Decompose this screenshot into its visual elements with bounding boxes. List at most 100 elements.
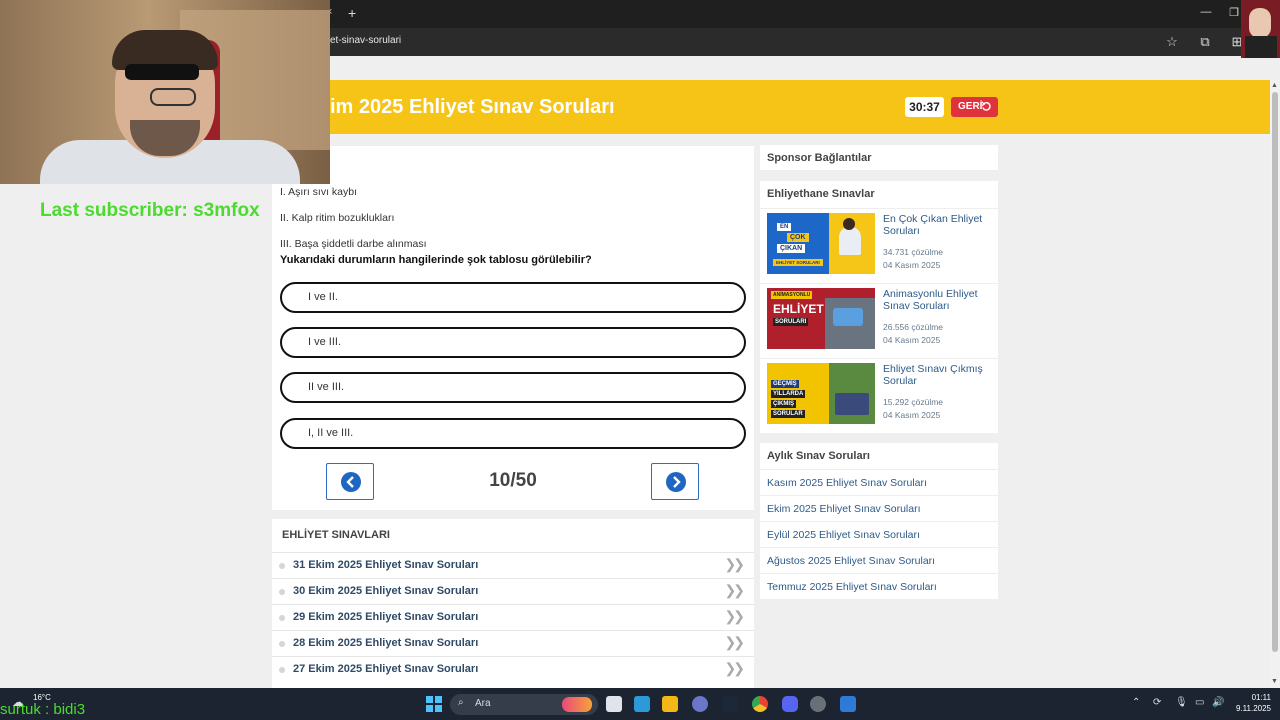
double-chevron-icon: ❯❯: [724, 556, 746, 572]
display-icon[interactable]: ▭: [1195, 697, 1204, 708]
statement-2: II. Kalp ritim bozuklukları: [280, 212, 395, 224]
ehliyethane-box: Ehliyethane Sınavlar EN ÇOK ÇIKAN EHLİYE…: [760, 181, 998, 433]
bullet-icon: [279, 563, 285, 569]
scroll-thumb[interactable]: [1272, 92, 1278, 652]
exam-link[interactable]: 29 Ekim 2025 Ehliyet Sınav Soruları ❯❯: [272, 604, 754, 630]
answer-option-c[interactable]: II ve III.: [280, 372, 746, 403]
back-button-label: GERİ: [958, 101, 983, 112]
task-view-icon[interactable]: [606, 696, 622, 712]
volume-icon[interactable]: 🔊: [1212, 697, 1224, 708]
question-counter: 10/50: [489, 470, 537, 491]
steam-icon[interactable]: [722, 696, 738, 712]
statement-1: I. Aşırı sıvı kaybı: [280, 186, 358, 198]
start-windows-icon[interactable]: [426, 696, 442, 712]
app-icon[interactable]: [810, 696, 826, 712]
thumb-text: ÇIKAN: [777, 244, 806, 253]
exam-link[interactable]: 28 Ekim 2025 Ehliyet Sınav Soruları ❯❯: [272, 630, 754, 656]
exam-card-title[interactable]: Ehliyet Sınavı Çıkmış Sorular: [883, 363, 993, 387]
thumb-text: EN: [777, 223, 792, 231]
scroll-up-icon[interactable]: ▲: [1271, 82, 1278, 89]
exam-link[interactable]: 27 Ekim 2025 Ehliyet Sınav Soruları ❯❯: [272, 656, 754, 682]
taskbar-search-label: Ara: [475, 698, 491, 709]
exam-card-solves: 26.556 çözülme: [883, 322, 944, 332]
bits-overlay: surtuk : bidi3: [0, 701, 86, 718]
exam-card-date: 04 Kasım 2025: [883, 410, 941, 420]
exam-card-date: 04 Kasım 2025: [883, 335, 941, 345]
chrome-icon[interactable]: [752, 696, 768, 712]
exam-card-title[interactable]: En Çok Çıkan Ehliyet Soruları: [883, 213, 993, 237]
microphone-icon[interactable]: 🎙: [1175, 697, 1188, 708]
exam-card-date: 04 Kasım 2025: [883, 260, 941, 270]
month-link[interactable]: Ekim 2025 Ehliyet Sınav Soruları: [760, 495, 998, 521]
exams-card: EHLİYET SINAVLARI 31 Ekim 2025 Ehliyet S…: [272, 519, 754, 689]
app-icon[interactable]: [692, 696, 708, 712]
exam-link-label: 27 Ekim 2025 Ehliyet Sınav Soruları: [293, 663, 479, 675]
scroll-down-icon[interactable]: ▼: [1271, 678, 1278, 685]
answer-option-d[interactable]: I, II ve III.: [280, 418, 746, 449]
statement-3: III. Başa şiddetli darbe alınması: [280, 238, 427, 250]
thumbnail-animated: ANİMASYONLU EHLİYET SORULARI: [767, 288, 875, 349]
month-link[interactable]: Ağustos 2025 Ehliyet Sınav Soruları: [760, 547, 998, 573]
discord-icon[interactable]: [782, 696, 798, 712]
extensions-icon[interactable]: ⧉: [1196, 34, 1214, 50]
double-chevron-icon: ❯❯: [724, 660, 746, 676]
answer-option-a[interactable]: I ve II.: [280, 282, 746, 313]
thumb-text: GEÇMİŞ: [771, 380, 799, 388]
clock-date[interactable]: 9.11.2025: [1225, 704, 1271, 713]
thumb-text: SORULAR: [771, 410, 805, 418]
ehliyethane-heading: Ehliyethane Sınavlar: [767, 188, 875, 200]
tray-chevron-icon[interactable]: ⌃: [1132, 697, 1140, 708]
clock-time[interactable]: 01:11: [1235, 693, 1271, 702]
minimize-button[interactable]: —: [1196, 6, 1216, 18]
exam-link-label: 29 Ekim 2025 Ehliyet Sınav Soruları: [293, 611, 479, 623]
new-tab-button[interactable]: +: [348, 5, 356, 21]
monthly-box: Aylık Sınav Soruları Kasım 2025 Ehliyet …: [760, 443, 998, 599]
question-card: I. Aşırı sıvı kaybı II. Kalp ritim bozuk…: [272, 146, 754, 510]
exam-card-1[interactable]: EN ÇOK ÇIKAN EHLİYET SORULARI En Çok Çık…: [760, 208, 998, 283]
next-question-button[interactable]: [651, 463, 699, 500]
back-button[interactable]: GERİ: [951, 97, 998, 117]
exam-link[interactable]: 31 Ekim 2025 Ehliyet Sınav Soruları ❯❯: [272, 552, 754, 578]
exam-link[interactable]: 30 Ekim 2025 Ehliyet Sınav Soruları ❯❯: [272, 578, 754, 604]
app-icon[interactable]: [840, 696, 856, 712]
thumb-text: EHLİYET SORULARI: [773, 259, 823, 266]
page-title: im 2025 Ehliyet Sınav Soruları: [330, 96, 615, 118]
bullet-icon: [279, 589, 285, 595]
chevron-left-icon: [341, 472, 361, 492]
month-link[interactable]: Kasım 2025 Ehliyet Sınav Soruları: [760, 469, 998, 495]
exam-card-2[interactable]: ANİMASYONLU EHLİYET SORULARI Animasyonlu…: [760, 283, 998, 358]
thumb-text: EHLİYET: [773, 302, 824, 316]
file-explorer-icon[interactable]: [662, 696, 678, 712]
thumb-text: ANİMASYONLU: [771, 291, 813, 299]
double-chevron-icon: ❯❯: [724, 582, 746, 598]
taskbar: ☁ 16°C ⌕ Ara ⌃ ⟳ 🎙 ▭ 🔊 01:11 9.11.2025: [0, 688, 1280, 720]
month-link[interactable]: Temmuz 2025 Ehliyet Sınav Soruları: [760, 573, 998, 599]
last-subscriber-overlay: Last subscriber: s3mfox: [40, 200, 260, 221]
exam-timer: 30:37: [905, 97, 944, 117]
question-text: Yukarıdaki durumların hangilerinde şok t…: [280, 254, 592, 266]
calculator-icon[interactable]: [634, 696, 650, 712]
double-chevron-icon: ❯❯: [724, 608, 746, 624]
thumb-text: YILLARDA: [771, 390, 806, 398]
previous-question-button[interactable]: [326, 463, 374, 500]
undo-icon: [981, 101, 991, 111]
address-url[interactable]: et-sinav-sorulari: [330, 35, 401, 46]
exam-link-label: 31 Ekim 2025 Ehliyet Sınav Soruları: [293, 559, 479, 571]
bookmark-star-icon[interactable]: ☆: [1163, 34, 1181, 50]
taskbar-search[interactable]: ⌕ Ara: [450, 694, 598, 715]
thumb-text: ÇOK: [787, 233, 809, 242]
bullet-icon: [279, 615, 285, 621]
thumb-text: SORULARI: [773, 318, 809, 326]
exam-card-3[interactable]: GEÇMİŞ YILLARDA ÇIKMIŞ SORULAR Ehliyet S…: [760, 358, 998, 433]
month-link[interactable]: Eylül 2025 Ehliyet Sınav Soruları: [760, 521, 998, 547]
bullet-icon: [279, 667, 285, 673]
chevron-right-icon: [666, 472, 686, 492]
page-scrollbar[interactable]: ▲ ▼: [1270, 80, 1280, 688]
network-icon[interactable]: ⟳: [1153, 697, 1161, 708]
exam-card-title[interactable]: Animasyonlu Ehliyet Sınav Soruları: [883, 288, 993, 312]
sponsor-box: Sponsor Bağlantılar: [760, 145, 998, 170]
exam-card-solves: 15.292 çözülme: [883, 397, 944, 407]
thumb-text: ÇIKMIŞ: [771, 400, 796, 408]
exam-link-label: 30 Ekim 2025 Ehliyet Sınav Soruları: [293, 585, 479, 597]
answer-option-b[interactable]: I ve III.: [280, 327, 746, 358]
